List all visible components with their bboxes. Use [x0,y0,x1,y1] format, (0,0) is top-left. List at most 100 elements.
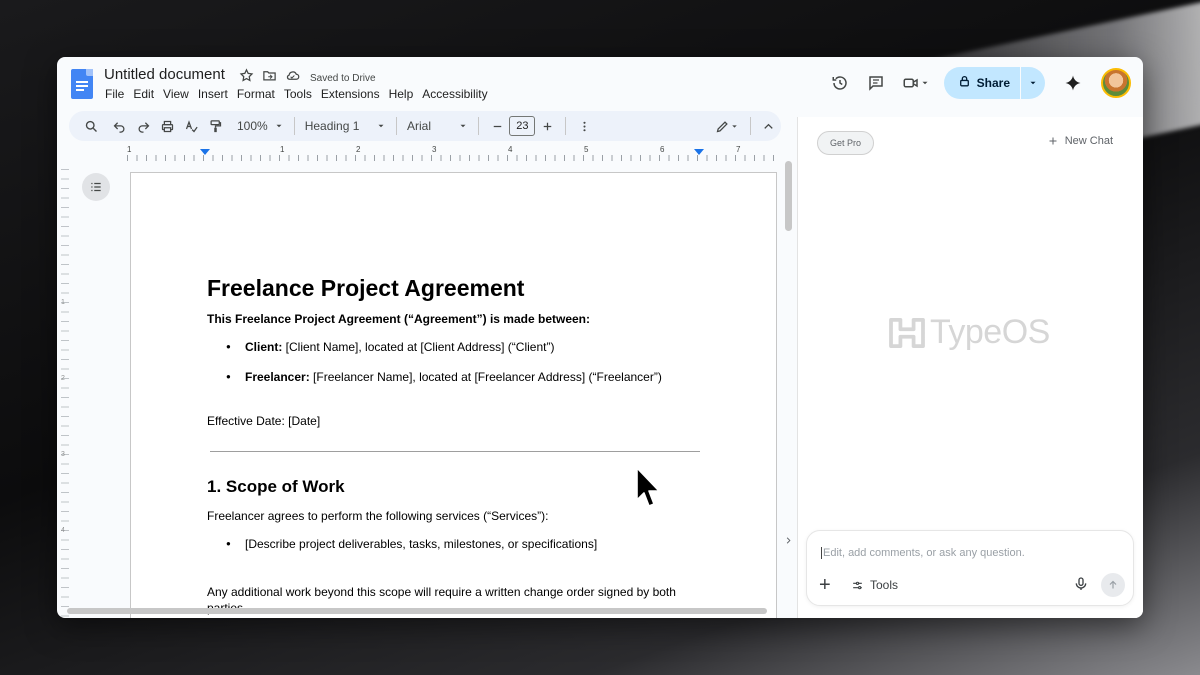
plus-icon [1049,137,1057,145]
menu-format[interactable]: Format [237,87,280,101]
version-history-icon[interactable] [822,65,858,101]
avatar[interactable] [1101,68,1131,98]
menu-edit[interactable]: Edit [133,87,159,101]
more-icon[interactable] [572,114,596,138]
mouse-cursor-icon [636,467,660,507]
ruler-label: 2 [356,145,361,154]
saved-status: Saved to Drive [310,72,376,84]
search-icon[interactable] [79,114,103,138]
share-main[interactable]: Share [944,67,1020,99]
page-content: Freelance Project Agreement This Freelan… [207,273,707,616]
style-value: Heading 1 [304,119,360,133]
new-chat-button[interactable]: New Chat [1047,135,1113,147]
menu-accessibility[interactable]: Accessibility [422,87,492,101]
client-text: [Client Name], located at [Client Addres… [282,340,555,354]
document-outline-button[interactable] [82,173,110,201]
toolbar-divider [293,117,295,135]
document-page[interactable]: Freelance Project Agreement This Freelan… [130,172,777,618]
menu-insert[interactable]: Insert [198,87,233,101]
document-heading[interactable]: Freelance Project Agreement [207,273,707,303]
chat-input[interactable] [821,547,1111,559]
redo-icon[interactable] [131,114,155,138]
chevron-down-icon [276,124,282,128]
zoom-value: 100% [237,119,268,133]
increase-font-size-button[interactable] [535,114,559,138]
right-indent-marker[interactable] [694,149,704,155]
list-item[interactable]: [Describe project deliverables, tasks, m… [207,536,707,552]
tools-label: Tools [870,578,899,592]
comment-icon[interactable] [858,65,894,101]
menu-extensions[interactable]: Extensions [321,87,385,101]
chat-composer: + Tools [806,530,1134,606]
meet-video-icon[interactable] [894,65,938,101]
new-chat-label: New Chat [1064,135,1113,147]
arrow-up-icon [1109,580,1117,589]
expand-panel-chevron-icon[interactable] [783,535,794,549]
menu-help[interactable]: Help [389,87,419,101]
spellcheck-icon[interactable] [179,114,203,138]
sliders-icon [853,581,862,589]
docs-logo-icon[interactable] [71,69,93,99]
menu-bar: File Edit View Insert Format Tools Exten… [105,87,497,101]
header-actions: Share [822,65,1131,101]
chevron-down-icon [1030,81,1036,85]
minus-icon [493,125,502,127]
typeos-logo-icon [889,317,925,348]
toolbar-divider [396,117,397,135]
lock-icon [958,75,971,91]
zoom-select[interactable]: 100% [233,119,288,133]
typeos-sidebar: Get Pro New Chat TypeOS + Tools [797,117,1143,618]
paint-format-icon[interactable] [203,114,227,138]
share-label: Share [976,76,1010,90]
ruler-label: 4 [508,145,513,154]
ruler-label: 6 [660,145,665,154]
ruler-label: 5 [584,145,589,154]
toolbar-divider [749,117,751,135]
send-button[interactable] [1101,573,1125,597]
font-select[interactable]: Arial [403,119,472,133]
ruler-label: 1 [127,145,132,154]
docs-window: Untitled document Saved to Drive File Ed… [57,57,1143,618]
client-label: Client: [245,340,283,354]
menu-tools[interactable]: Tools [284,87,317,101]
toolbar-divider [478,117,480,135]
effective-date[interactable]: Effective Date: [Date] [207,413,707,429]
collapse-icon[interactable] [757,114,781,138]
horizontal-ruler[interactable]: 1 1 2 3 4 5 6 7 [127,145,782,161]
star-icon[interactable] [239,68,254,88]
font-value: Arial [407,119,432,133]
toolbar-divider [565,117,567,135]
horizontal-scrollbar[interactable] [67,608,767,614]
get-pro-button[interactable]: Get Pro [817,131,875,155]
ruler-label: 7 [736,145,741,154]
document-title[interactable]: Untitled document [104,66,225,83]
share-button[interactable]: Share [943,67,1045,99]
font-size-input[interactable]: 23 [509,116,536,136]
move-folder-icon[interactable] [262,68,277,88]
section-heading[interactable]: 1. Scope of Work [207,476,707,498]
formatting-toolbar: 100% Heading 1 Arial 23 [69,111,781,141]
add-attachment-button[interactable]: + [819,575,831,595]
intro-paragraph[interactable]: This Freelance Project Agreement (“Agree… [207,311,707,327]
section-paragraph[interactable]: Freelancer agrees to perform the followi… [207,508,707,524]
horizontal-line [210,451,700,452]
style-select[interactable]: Heading 1 [301,119,390,133]
edit-mode-icon[interactable] [710,114,744,138]
share-dropdown[interactable] [1021,67,1045,99]
microphone-icon[interactable] [1073,576,1089,597]
list-item[interactable]: Client: [Client Name], located at [Clien… [207,339,707,355]
menu-file[interactable]: File [105,87,129,101]
gemini-sparkle-icon[interactable] [1055,65,1091,101]
cloud-saved-icon[interactable] [285,68,300,88]
typeos-logo-text: TypeOS [930,313,1050,351]
vertical-scrollbar[interactable] [785,161,792,231]
list-item[interactable]: Freelancer: [Freelancer Name], located a… [207,369,707,385]
app-header: Untitled document Saved to Drive File Ed… [57,57,1143,109]
decrease-font-size-button[interactable] [485,114,509,138]
tools-button[interactable]: Tools [851,578,898,592]
undo-icon[interactable] [107,114,131,138]
left-indent-marker[interactable] [200,149,210,155]
typeos-logo: TypeOS [888,313,1050,352]
print-icon[interactable] [155,114,179,138]
menu-view[interactable]: View [163,87,194,101]
